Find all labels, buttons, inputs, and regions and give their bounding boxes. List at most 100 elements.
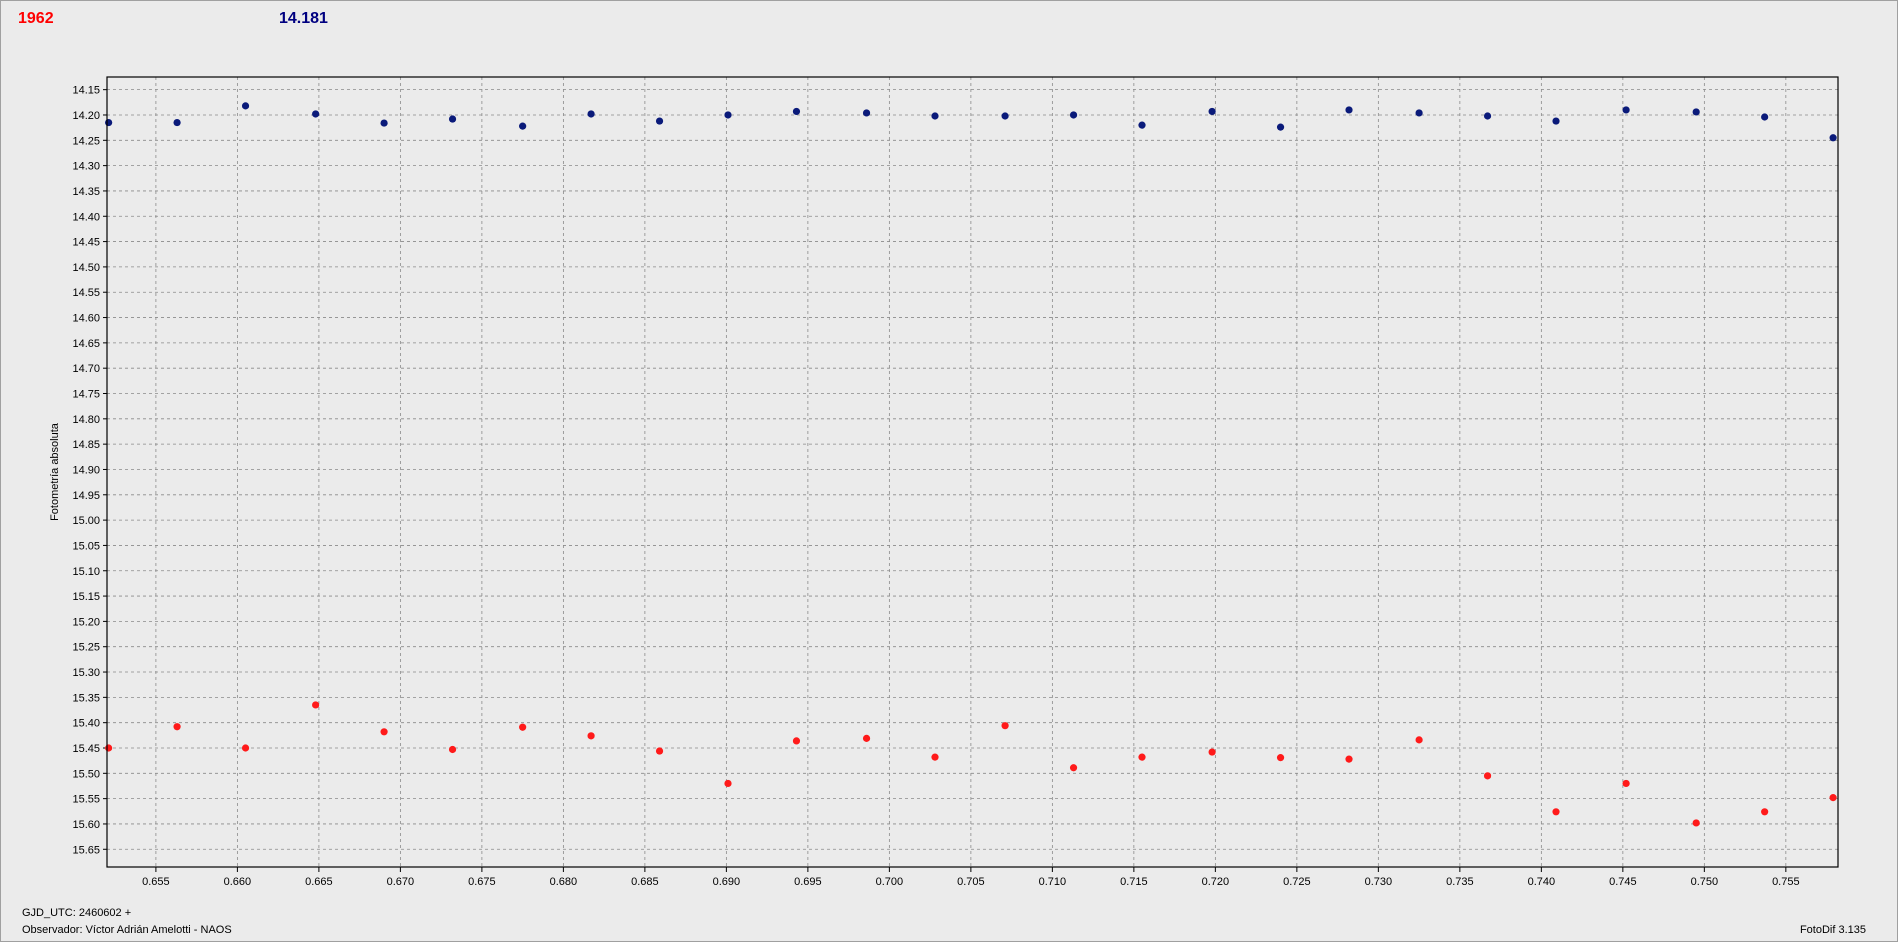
data-point-series-0 <box>1276 123 1285 131</box>
x-tick-label: 0.750 <box>1691 876 1719 888</box>
data-point-series-1 <box>655 747 664 755</box>
data-point-series-0 <box>1208 107 1216 116</box>
x-tick-label: 0.710 <box>1039 876 1067 888</box>
data-point-series-0 <box>1552 117 1560 125</box>
data-point-series-1 <box>1069 764 1078 772</box>
x-tick-label: 0.745 <box>1609 876 1637 888</box>
data-point-series-0 <box>1415 109 1423 117</box>
y-tick-label: 14.85 <box>72 439 100 451</box>
y-tick-label: 14.50 <box>72 262 100 274</box>
data-point-series-1 <box>1415 736 1423 744</box>
x-tick-label: 0.690 <box>713 876 741 888</box>
data-point-series-1 <box>1692 819 1700 827</box>
data-point-series-1 <box>1761 808 1769 816</box>
data-point-series-1 <box>1829 794 1837 802</box>
y-tick-label: 14.70 <box>72 363 100 375</box>
data-point-series-0 <box>380 119 388 127</box>
grid-layer <box>107 77 1838 867</box>
x-tick-label: 0.755 <box>1772 876 1800 888</box>
data-point-series-0 <box>312 110 320 118</box>
x-tick-label: 0.675 <box>468 876 496 888</box>
data-point-series-1 <box>724 779 732 788</box>
tick-layer: 0.655 0.660 0.665 0.670 0.675 0.680 0.685 0.690… <box>72 85 1799 888</box>
data-point-series-1 <box>105 744 113 752</box>
data-point-series-1 <box>173 723 181 731</box>
x-tick-label: 0.730 <box>1365 876 1393 888</box>
data-point-series-1 <box>862 734 871 742</box>
y-tick-label: 15.65 <box>72 844 100 856</box>
data-point-series-0 <box>241 102 250 110</box>
y-tick-label: 15.45 <box>72 743 100 755</box>
y-tick-label: 15.20 <box>72 616 100 628</box>
data-point-series-0 <box>1001 112 1009 120</box>
data-point-series-1 <box>1345 755 1353 763</box>
data-point-series-0 <box>862 109 871 117</box>
data-point-series-0 <box>792 107 801 116</box>
data-point-series-0 <box>655 117 664 125</box>
data-point-series-1 <box>1138 753 1146 761</box>
x-tick-label: 0.665 <box>305 876 333 888</box>
data-point-series-0 <box>1138 121 1146 129</box>
y-tick-label: 14.30 <box>72 161 100 173</box>
x-tick-label: 0.705 <box>957 876 985 888</box>
data-point-series-0 <box>448 115 457 123</box>
x-tick-label: 0.670 <box>387 876 415 888</box>
data-point-series-0 <box>931 112 939 120</box>
x-tick-label: 0.695 <box>794 876 822 888</box>
x-tick-label: 0.685 <box>631 876 659 888</box>
data-point-series-1 <box>931 753 939 761</box>
plot-area-border <box>106 76 1839 868</box>
data-point-series-1 <box>519 723 527 731</box>
y-tick-label: 14.15 <box>72 85 100 97</box>
data-point-series-0 <box>587 110 595 118</box>
data-point-series-1 <box>587 732 595 740</box>
y-tick-label: 14.80 <box>72 414 100 426</box>
x-tick-label: 0.740 <box>1528 876 1556 888</box>
y-tick-label: 14.40 <box>72 211 100 223</box>
y-tick-label: 15.15 <box>72 591 100 603</box>
y-tick-label: 14.90 <box>72 464 100 476</box>
y-tick-label: 15.40 <box>72 718 100 730</box>
y-tick-label: 14.20 <box>72 110 100 122</box>
x-tick-label: 0.715 <box>1120 876 1148 888</box>
x-tick-label: 0.655 <box>142 876 170 888</box>
data-point-series-0 <box>1692 108 1700 116</box>
y-tick-label: 14.35 <box>72 186 100 198</box>
y-tick-label: 15.05 <box>72 540 100 552</box>
y-tick-label: 15.25 <box>72 642 100 654</box>
data-point-series-0 <box>1761 113 1769 121</box>
data-point-series-0 <box>173 118 181 127</box>
data-point-series-0 <box>724 111 732 119</box>
y-tick-label: 14.95 <box>72 490 100 502</box>
y-tick-label: 14.65 <box>72 338 100 350</box>
data-point-series-1 <box>1208 748 1216 756</box>
x-tick-label: 0.720 <box>1202 876 1230 888</box>
data-point-series-0 <box>1345 106 1353 114</box>
x-tick-label: 0.735 <box>1446 876 1474 888</box>
y-tick-label: 14.75 <box>72 389 100 401</box>
data-point-series-0 <box>1622 106 1630 114</box>
y-tick-label: 15.55 <box>72 794 100 806</box>
y-tick-label: 15.00 <box>72 515 100 527</box>
data-point-series-1 <box>1552 808 1560 816</box>
data-point-series-1 <box>380 728 388 736</box>
y-tick-label: 15.35 <box>72 692 100 704</box>
data-point-series-1 <box>448 745 457 754</box>
data-point-series-1 <box>792 737 801 745</box>
data-point-series-0 <box>1483 112 1492 120</box>
data-point-series-1 <box>241 744 250 752</box>
y-axis-label: Fotometría absoluta <box>49 422 61 521</box>
y-tick-label: 15.30 <box>72 667 100 679</box>
y-tick-label: 14.25 <box>72 135 100 147</box>
y-tick-label: 14.55 <box>72 287 100 299</box>
data-point-series-1 <box>1001 722 1009 730</box>
x-tick-label: 0.680 <box>550 876 578 888</box>
light-curve-chart: 0.655 0.660 0.665 0.670 0.675 0.680 0.685 0.690… <box>49 76 1839 888</box>
footer-observer: Observador: Víctor Adrián Amelotti - NAO… <box>22 924 232 936</box>
data-point-series-1 <box>312 701 320 709</box>
y-tick-label: 14.45 <box>72 237 100 249</box>
x-tick-label: 0.660 <box>224 876 252 888</box>
x-tick-label: 0.700 <box>876 876 904 888</box>
data-point-series-0 <box>1829 134 1837 142</box>
footer-software: FotoDif 3.135 <box>1799 924 1866 936</box>
